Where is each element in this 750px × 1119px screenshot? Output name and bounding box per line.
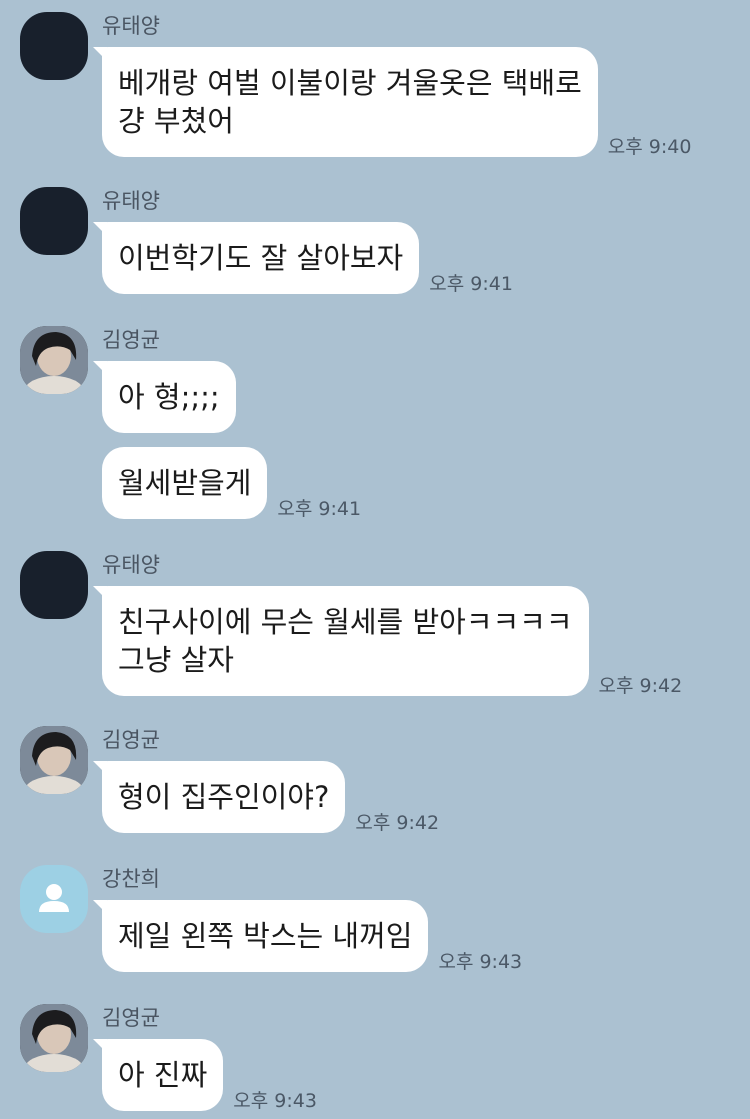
message-row: 아 진짜 오후 9:43 bbox=[92, 1039, 317, 1112]
message-row: 형이 집주인이야? 오후 9:42 bbox=[92, 761, 440, 834]
message-text: 제일 왼쪽 박스는 내꺼임 bbox=[118, 919, 413, 953]
message-bubble[interactable]: 아 진짜 bbox=[92, 1039, 224, 1111]
message-text: 걍 부쳤어 bbox=[118, 104, 234, 138]
sender-name: 유태양 bbox=[102, 553, 160, 577]
message-time: 오후 9:41 bbox=[429, 273, 513, 295]
sender-name: 유태양 bbox=[102, 14, 160, 38]
message-text: 아 형;;;; bbox=[118, 380, 220, 414]
message-row: 제일 왼쪽 박스는 내꺼임 오후 9:43 bbox=[92, 900, 523, 973]
message-row: 월세받을게 오후 9:41 bbox=[102, 447, 362, 520]
avatar[interactable] bbox=[20, 12, 88, 80]
sender-name: 김영균 bbox=[102, 728, 160, 752]
message-bubble[interactable]: 베개랑 여벌 이불이랑 겨울옷은 택배로 걍 부쳤어 bbox=[93, 47, 598, 157]
sender-name: 강찬희 bbox=[102, 867, 160, 891]
sender-name: 김영균 bbox=[102, 328, 160, 352]
avatar[interactable] bbox=[20, 726, 88, 794]
message-text: 친구사이에 무슨 월세를 받아ㅋㅋㅋㅋ bbox=[118, 605, 573, 639]
message-row: 이번학기도 잘 살아보자 오후 9:41 bbox=[92, 222, 513, 295]
message-bubble[interactable]: 월세받을게 bbox=[102, 447, 268, 519]
message-row: 베개랑 여벌 이불이랑 겨울옷은 택배로 걍 부쳤어 오후 9:40 bbox=[93, 47, 692, 158]
message-time: 오후 9:42 bbox=[598, 675, 683, 697]
message-time: 오후 9:40 bbox=[607, 136, 692, 158]
avatar[interactable] bbox=[20, 1004, 88, 1072]
message-text: 베개랑 여벌 이불이랑 겨울옷은 택배로 bbox=[118, 66, 582, 100]
avatar[interactable] bbox=[20, 865, 88, 933]
profile-photo-icon bbox=[20, 326, 88, 394]
avatar[interactable] bbox=[20, 326, 88, 394]
message-text: 형이 집주인이야? bbox=[118, 780, 330, 814]
message-bubble[interactable]: 아 형;;;; bbox=[93, 361, 236, 433]
message-time: 오후 9:42 bbox=[355, 812, 440, 834]
message-text: 그냥 살자 bbox=[118, 643, 234, 677]
message-bubble[interactable]: 형이 집주인이야? bbox=[92, 761, 346, 833]
avatar[interactable] bbox=[20, 187, 88, 255]
message-bubble[interactable]: 친구사이에 무슨 월세를 받아ㅋㅋㅋㅋ 그냥 살자 bbox=[93, 586, 589, 696]
chat-room[interactable]: 유태양 베개랑 여벌 이불이랑 겨울옷은 택배로 걍 부쳤어 오후 9:40 유… bbox=[0, 0, 750, 1119]
message-bubble[interactable]: 제일 왼쪽 박스는 내꺼임 bbox=[92, 900, 429, 972]
message-text: 아 진짜 bbox=[118, 1058, 208, 1092]
message-time: 오후 9:43 bbox=[438, 951, 523, 973]
default-user-icon bbox=[39, 884, 69, 912]
message-time: 오후 9:43 bbox=[233, 1090, 317, 1112]
message-text: 이번학기도 잘 살아보자 bbox=[118, 241, 404, 275]
profile-photo-icon bbox=[20, 1004, 88, 1072]
avatar[interactable] bbox=[20, 551, 88, 619]
message-text: 월세받을게 bbox=[118, 466, 252, 500]
message-time: 오후 9:41 bbox=[277, 498, 362, 520]
sender-name: 유태양 bbox=[102, 189, 160, 213]
message-row: 친구사이에 무슨 월세를 받아ㅋㅋㅋㅋ 그냥 살자 오후 9:42 bbox=[93, 586, 683, 697]
message-row: 아 형;;;; bbox=[93, 361, 236, 433]
profile-photo-icon bbox=[20, 726, 88, 794]
message-bubble[interactable]: 이번학기도 잘 살아보자 bbox=[92, 222, 420, 294]
sender-name: 김영균 bbox=[102, 1006, 160, 1030]
